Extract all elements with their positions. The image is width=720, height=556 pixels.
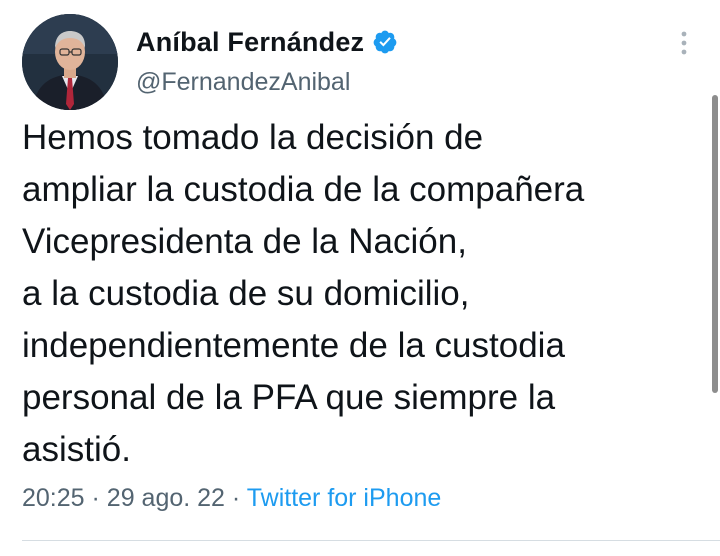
meta-separator: · [231,484,247,512]
tweet-text-line: personal de la PFA que siempre la [22,378,556,417]
tweet-time[interactable]: 20:25 [22,484,85,512]
tweet-text-line: ampliar la custodia de la compañera [22,170,585,209]
tweet-date[interactable]: 29 ago. 22 [107,484,225,512]
author-handle[interactable]: @FernandezAnibal [136,68,350,97]
verified-badge-icon [372,29,398,55]
author-name-row[interactable]: Aníbal Fernández [136,24,398,60]
more-options-icon[interactable] [672,26,696,60]
scrollbar[interactable] [712,95,718,393]
tweet-metadata: 20:25 · 29 ago. 22 · Twitter for iPhone [22,484,441,513]
author-name[interactable]: Aníbal Fernández [136,27,364,58]
avatar[interactable] [22,14,118,110]
tweet-text-line: Hemos tomado la decisión de [22,118,484,157]
tweet-text-line: Vicepresidenta de la Nación, [22,222,467,261]
tweet-source-link[interactable]: Twitter for iPhone [247,484,442,512]
tweet-text-line: asistió. [22,430,131,469]
tweet-text: Hemos tomado la decisión de ampliar la c… [22,112,702,476]
meta-separator: · [91,484,107,512]
tweet-card: Aníbal Fernández @FernandezAnibal Hemos … [0,0,720,556]
tweet-text-line: a la custodia de su domicilio, [22,274,470,313]
divider [22,540,720,541]
tweet-text-line: independientemente de la custodia [22,326,565,365]
